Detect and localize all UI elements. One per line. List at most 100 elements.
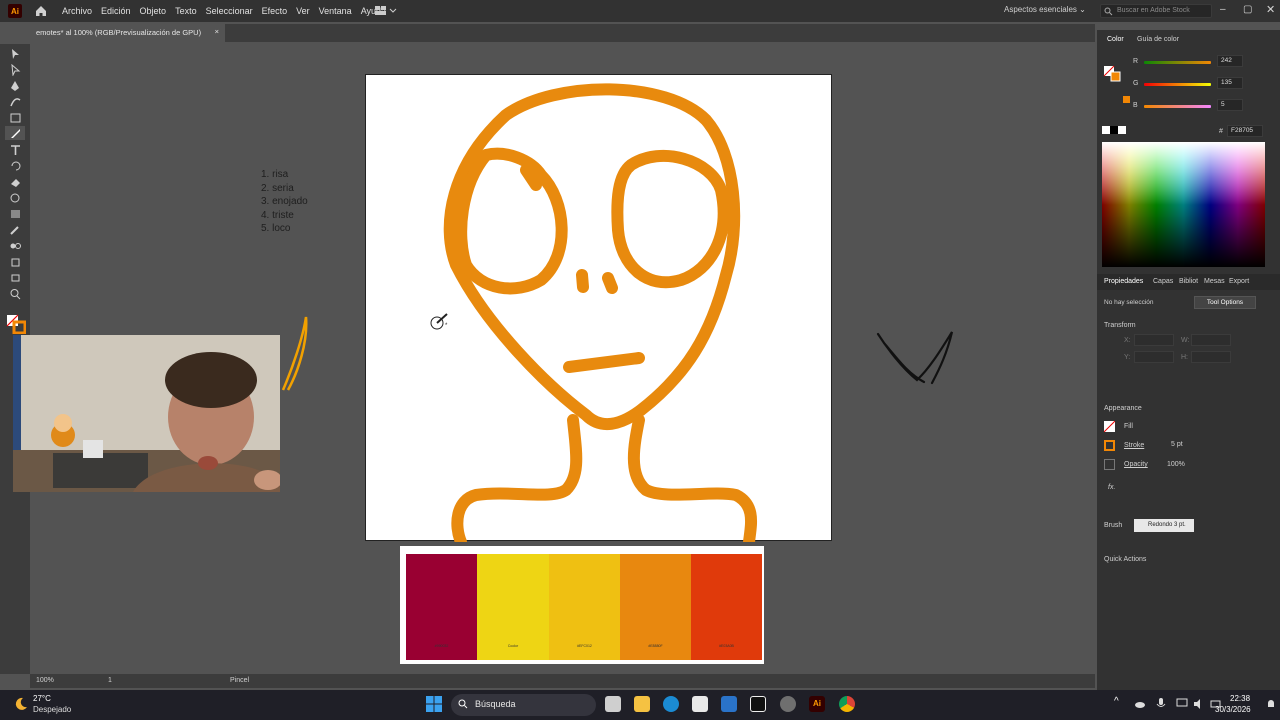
task-view-icon[interactable] [605,696,621,712]
weather-moon-icon[interactable] [13,696,29,712]
tab-color[interactable]: Color [1107,36,1124,43]
home-icon[interactable] [34,4,48,18]
artboard-number[interactable]: 1 [108,677,112,684]
stock-search-input[interactable]: Buscar en Adobe Stock [1100,4,1212,18]
weather-description[interactable]: Despejado [33,705,71,714]
neck-right [627,414,758,548]
zoom-tool-icon[interactable] [9,288,22,300]
y-input[interactable] [1134,351,1174,363]
none-black-white-chips[interactable] [1102,126,1126,134]
tab-libraries[interactable]: Bibliot [1179,278,1198,285]
obs-icon[interactable] [780,696,796,712]
menu-archivo[interactable]: Archivo [62,6,92,16]
tab-properties[interactable]: Propiedades [1104,278,1143,285]
menu-ver[interactable]: Ver [296,6,310,16]
warp-tool-icon[interactable] [9,192,22,204]
illustrator-taskbar-icon[interactable]: Ai [809,696,825,712]
close-window-button[interactable]: ✕ [1266,3,1275,16]
hex-label: # [1219,128,1223,135]
fill-swatch-icon[interactable] [1104,421,1115,432]
right-eye [611,150,730,289]
menu-efecto[interactable]: Efecto [262,6,288,16]
mail-icon[interactable] [721,696,737,712]
brush-label: Brush [1104,522,1123,529]
pen-tool-icon[interactable] [9,80,22,92]
artboard[interactable] [365,74,832,548]
file-explorer-icon[interactable] [634,696,650,712]
rotate-tool-icon[interactable] [9,160,22,172]
b-value[interactable]: 5 [1217,99,1243,111]
r-slider[interactable] [1144,61,1211,64]
network-icon[interactable] [1176,698,1188,710]
weather-temperature[interactable]: 27°C [33,694,51,703]
selection-tool-icon[interactable] [9,48,22,60]
tab-color-guide[interactable]: Guía de color [1137,36,1179,43]
artboard-tool-icon[interactable] [9,272,22,284]
symbol-sprayer-tool-icon[interactable] [9,256,22,268]
clock-time[interactable]: 22:38 [1230,694,1250,703]
eyedropper-tool-icon[interactable] [9,224,22,236]
onedrive-icon[interactable] [1134,698,1146,710]
emote-list-item: 4. triste [261,209,294,221]
stroke-label[interactable]: Stroke [1124,442,1144,449]
document-tab[interactable]: emotes* al 100% (RGB/Previsualización de… [30,24,225,42]
edge-icon[interactable] [663,696,679,712]
gradient-tool-icon[interactable] [9,208,22,220]
tiktok-icon[interactable] [750,696,766,712]
arrange-documents-icon[interactable] [375,6,397,16]
g-value[interactable]: 135 [1217,77,1243,89]
chrome-icon[interactable] [839,696,855,712]
stroke-swatch-icon[interactable] [1104,440,1115,451]
b-slider[interactable] [1144,105,1211,108]
menu-ventana[interactable]: Ventana [319,6,352,16]
menu-objeto[interactable]: Objeto [140,6,167,16]
tab-artboards[interactable]: Mesas [1204,278,1225,285]
close-tab-icon[interactable]: × [215,27,219,36]
menu-edicion[interactable]: Edición [101,6,131,16]
tab-layers[interactable]: Capas [1153,278,1173,285]
curvature-tool-icon[interactable] [9,96,22,108]
minimize-button[interactable]: – [1220,4,1226,15]
w-label: W: [1181,337,1190,344]
notifications-icon[interactable] [1266,698,1276,710]
tray-expand-icon[interactable]: ^ [1114,696,1119,707]
g-slider[interactable] [1144,83,1211,86]
taskbar-search[interactable]: Búsqueda [451,694,596,716]
fill-stroke-swatch-icon[interactable] [6,314,26,334]
direct-selection-tool-icon[interactable] [9,64,22,76]
nose-right [602,272,618,294]
blend-tool-icon[interactable] [9,240,22,252]
webcam-overlay [13,335,280,492]
status-bar: 100% 1 Pincel [30,674,1095,688]
b-label: B [1133,102,1138,109]
microsoft-store-icon[interactable] [692,696,708,712]
type-tool-icon[interactable] [9,144,22,156]
effects-button[interactable]: fx. [1108,484,1115,491]
opacity-label[interactable]: Opacity [1124,461,1148,468]
maximize-button[interactable]: ▢ [1243,4,1252,15]
workspace-switcher[interactable]: Aspectos esenciales ⌄ [1004,5,1086,14]
clock-date[interactable]: 30/3/2026 [1215,705,1251,714]
zoom-level[interactable]: 100% [36,677,54,684]
r-value[interactable]: 242 [1217,55,1243,67]
w-input[interactable] [1191,334,1231,346]
microphone-icon[interactable] [1156,698,1166,710]
x-input[interactable] [1134,334,1174,346]
menu-bar: Ai Archivo Edición Objeto Texto Seleccio… [0,0,1280,22]
menu-seleccionar[interactable]: Seleccionar [206,6,253,16]
brush-dropdown[interactable]: Redondo 3 pt. [1134,519,1194,532]
stroke-weight-value[interactable]: 5 pt [1171,441,1183,448]
rectangle-tool-icon[interactable] [9,112,22,124]
opacity-value[interactable]: 100% [1167,461,1185,468]
tab-export[interactable]: Export [1229,278,1249,285]
tool-options-button[interactable]: Tool Options [1194,296,1256,309]
menu-texto[interactable]: Texto [175,6,197,16]
fill-stroke-icon[interactable] [1102,52,1124,82]
eraser-tool-icon[interactable] [9,176,22,188]
paintbrush-tool-icon[interactable] [9,128,22,140]
windows-start-icon[interactable] [426,696,442,712]
volume-icon[interactable] [1193,698,1205,710]
hex-input[interactable]: F28705 [1227,125,1263,137]
color-spectrum[interactable] [1102,142,1265,267]
h-input[interactable] [1191,351,1231,363]
